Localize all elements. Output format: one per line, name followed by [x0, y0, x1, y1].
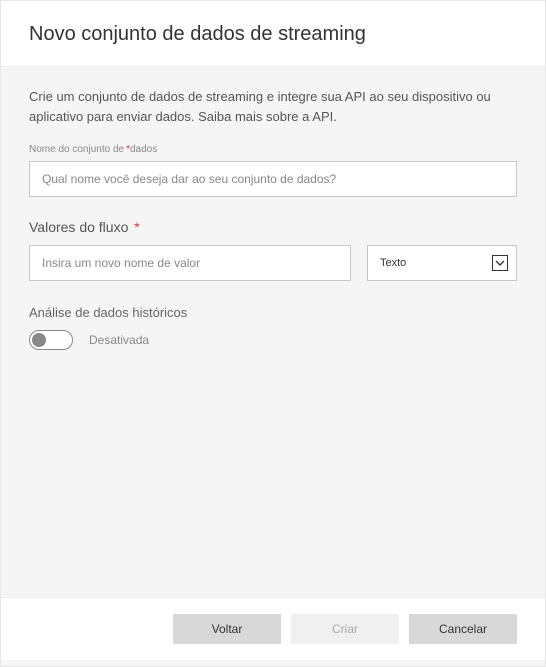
dataset-name-input[interactable] [29, 161, 517, 197]
dialog-content: Crie um conjunto de dados de streaming e… [1, 67, 545, 597]
required-indicator: * [134, 219, 139, 235]
stream-value-row: Texto [29, 245, 517, 281]
historic-analysis-section: Análise de dados históricos Desativada [29, 305, 517, 350]
dataset-name-label: Nome do conjunto de*dados [29, 144, 517, 155]
create-button[interactable]: Criar [291, 614, 399, 644]
toggle-handle [32, 333, 46, 347]
stream-value-type-select[interactable]: Texto [367, 245, 517, 281]
cancel-button[interactable]: Cancelar [409, 614, 517, 644]
stream-values-label: Valores do fluxo * [29, 219, 517, 235]
page-title: Novo conjunto de dados de streaming [29, 23, 517, 46]
stream-value-name-input[interactable] [29, 245, 351, 281]
historic-toggle[interactable] [29, 330, 73, 350]
back-button[interactable]: Voltar [173, 614, 281, 644]
intro-text: Crie um conjunto de dados de streaming e… [29, 87, 517, 126]
historic-toggle-row: Desativada [29, 330, 517, 350]
select-selected-text: Texto [380, 257, 406, 269]
chevron-down-icon [492, 255, 508, 271]
historic-analysis-label: Análise de dados históricos [29, 305, 517, 320]
dialog-footer: Voltar Criar Cancelar [1, 597, 545, 660]
dialog-header: Novo conjunto de dados de streaming [1, 1, 545, 67]
historic-toggle-status: Desativada [89, 333, 149, 347]
